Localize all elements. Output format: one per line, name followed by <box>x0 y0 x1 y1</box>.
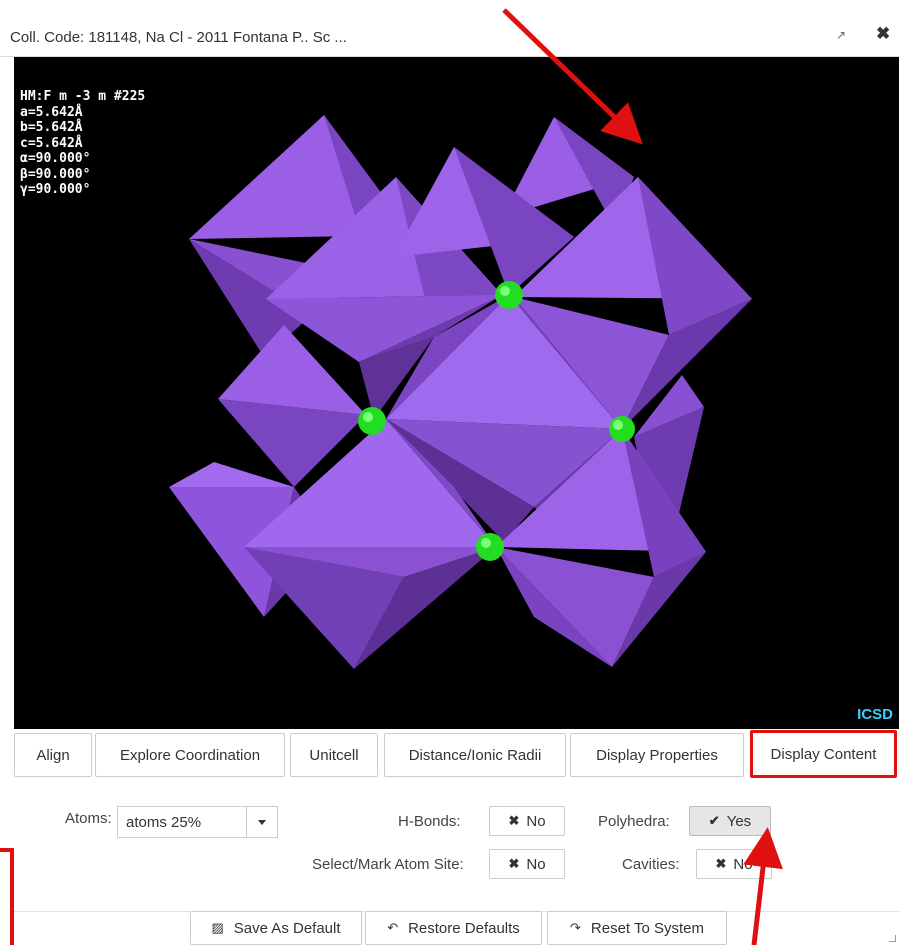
atoms-select-value: atoms 25% <box>126 814 202 831</box>
hbonds-value: No <box>526 812 546 830</box>
x-icon: ✖ <box>508 813 520 828</box>
hbonds-toggle[interactable]: ✖ No <box>489 806 565 836</box>
viewer-tabs: Align Explore Coordination Unitcell Dist… <box>14 730 899 779</box>
tab-distance-ionic-radii[interactable]: Distance/Ionic Radii <box>384 733 566 777</box>
window-title: Coll. Code: 181148, Na Cl - 2011 Fontana… <box>10 29 347 46</box>
window-titlebar: Coll. Code: 181148, Na Cl - 2011 Fontana… <box>0 0 899 57</box>
cavities-value: No <box>733 855 753 873</box>
reset-arrow-icon: ↷ <box>569 920 581 935</box>
tab-display-content[interactable]: Display Content <box>750 730 897 778</box>
undo-icon: ↶ <box>387 920 399 935</box>
resize-handle-icon[interactable] <box>889 935 896 942</box>
cell-c-label: c=5.642Å <box>20 135 83 151</box>
cavities-label: Cavities: <box>622 856 680 873</box>
chevron-down-icon[interactable] <box>246 807 277 837</box>
select-mark-atom-site-toggle[interactable]: ✖ No <box>489 849 565 879</box>
select-mark-atom-site-label: Select/Mark Atom Site: <box>312 856 464 873</box>
cavities-toggle[interactable]: ✖ No <box>696 849 772 879</box>
close-icon[interactable]: ✖ <box>876 24 890 44</box>
reset-to-system-button[interactable]: ↷ Reset To System <box>547 911 727 945</box>
atom-highlight <box>500 286 510 296</box>
x-icon: ✖ <box>715 856 727 871</box>
cell-parameters: HM:F m -3 m #225 a=5.642Å b=5.642Å c=5.6… <box>20 89 145 198</box>
save-as-default-label: Save As Default <box>233 919 341 937</box>
cell-gamma-label: γ=90.000° <box>20 182 91 197</box>
x-icon: ✖ <box>508 856 520 871</box>
crystal-structure-render <box>169 115 752 669</box>
tab-explore-coordination[interactable]: Explore Coordination <box>95 733 285 777</box>
tab-display-properties[interactable]: Display Properties <box>570 733 744 777</box>
hbonds-label: H-Bonds: <box>398 813 461 830</box>
atom-highlight <box>363 412 373 422</box>
icsd-watermark: ICSD <box>857 706 893 723</box>
popout-icon[interactable]: ↗ <box>836 28 846 42</box>
cell-beta-label: β=90.000° <box>20 166 91 182</box>
atom-highlight <box>613 420 623 430</box>
annotation-bracket-left <box>0 848 14 945</box>
structure-viewer[interactable]: HM:F m -3 m #225 a=5.642Å b=5.642Å c=5.6… <box>14 57 899 729</box>
floppy-disk-icon: ▨ <box>211 920 224 935</box>
restore-defaults-label: Restore Defaults <box>408 919 520 937</box>
polyhedra-value: Yes <box>726 812 752 830</box>
atom-highlight <box>481 538 491 548</box>
atom-sphere <box>495 281 523 309</box>
atom-sphere <box>476 533 504 561</box>
reset-to-system-label: Reset To System <box>590 919 704 937</box>
polyhedra-toggle[interactable]: ✔ Yes <box>689 806 771 836</box>
tab-align[interactable]: Align <box>14 733 92 777</box>
cell-b-label: b=5.642Å <box>20 120 83 135</box>
atoms-label: Atoms: <box>65 810 112 827</box>
check-icon: ✔ <box>708 813 720 828</box>
cell-alpha-label: α=90.000° <box>20 151 91 166</box>
atom-sphere <box>358 407 386 435</box>
tab-unitcell[interactable]: Unitcell <box>290 733 378 777</box>
atom-sphere <box>609 416 635 442</box>
restore-defaults-button[interactable]: ↶ Restore Defaults <box>365 911 542 945</box>
space-group-label: HM:F m -3 m #225 <box>20 89 146 104</box>
select-mark-atom-site-value: No <box>526 855 546 873</box>
save-as-default-button[interactable]: ▨ Save As Default <box>190 911 362 945</box>
cell-a-label: a=5.642Å <box>20 104 83 120</box>
polyhedra-label: Polyhedra: <box>598 813 670 830</box>
atoms-select[interactable]: atoms 25% <box>117 806 278 838</box>
